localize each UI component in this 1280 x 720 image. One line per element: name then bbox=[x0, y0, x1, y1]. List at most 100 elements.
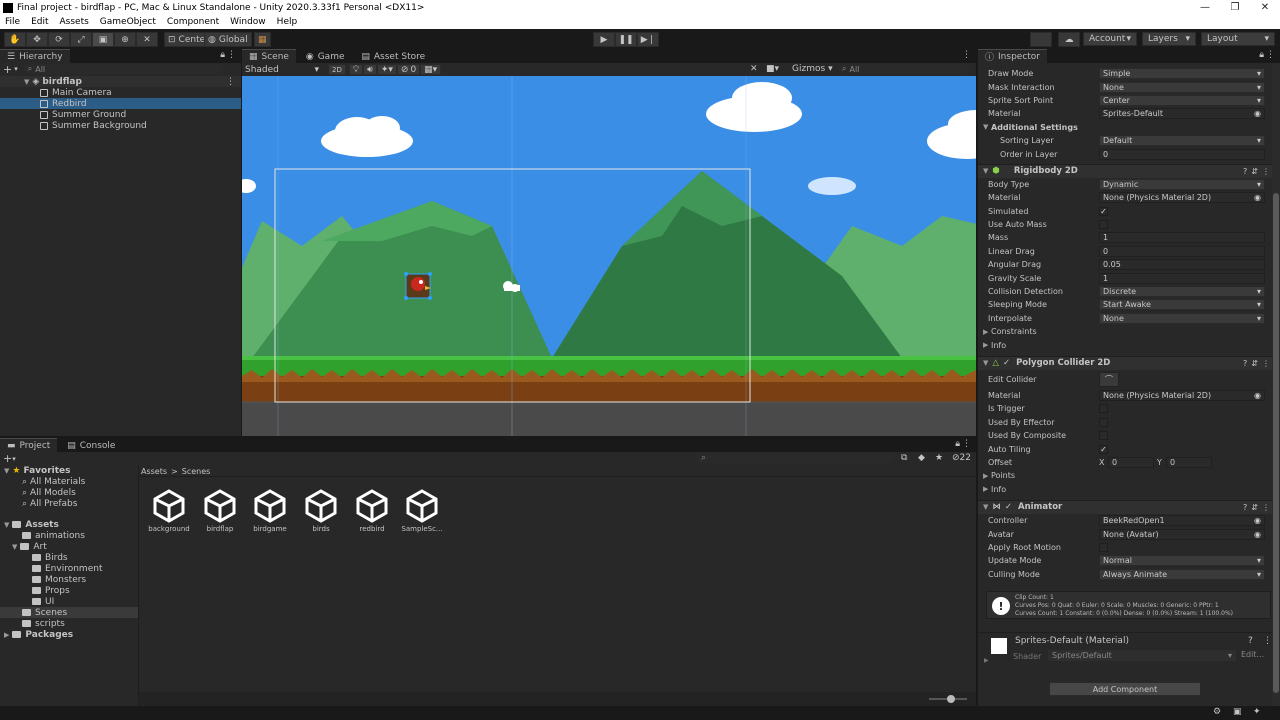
tab-scene[interactable]: ▦ Scene bbox=[242, 49, 296, 63]
add-icon[interactable]: + bbox=[3, 63, 12, 76]
layers-dropdown[interactable]: Layers ▾ bbox=[1142, 32, 1196, 46]
scene-view[interactable] bbox=[242, 76, 976, 436]
maximize-icon[interactable]: ❐ bbox=[1220, 0, 1250, 15]
close-icon[interactable]: ✕ bbox=[1250, 0, 1280, 15]
apply-root-motion-checkbox[interactable] bbox=[1099, 542, 1108, 552]
constraints-foldout[interactable]: ▶ Constraints bbox=[978, 325, 1280, 338]
menu-assets[interactable]: Assets bbox=[60, 17, 89, 27]
chevron-down-icon[interactable]: ▾ bbox=[12, 455, 16, 463]
tree-assets[interactable]: ▼ Assets bbox=[0, 519, 138, 530]
offset-y-field[interactable]: 0 bbox=[1166, 456, 1212, 468]
minimize-icon[interactable]: — bbox=[1190, 0, 1220, 15]
caret-down-icon[interactable]: ▼ bbox=[4, 521, 9, 529]
caret-down-icon[interactable]: ▼ bbox=[12, 543, 17, 551]
hand-tool-icon[interactable]: ✋ bbox=[4, 32, 26, 47]
mode-2d-toggle[interactable]: 2D bbox=[328, 64, 346, 75]
material-object-field[interactable]: None (Physics Material 2D) ◉ bbox=[1099, 390, 1265, 401]
angular-drag-field[interactable]: 0.05 bbox=[1099, 259, 1265, 271]
used-by-effector-checkbox[interactable] bbox=[1099, 417, 1108, 427]
sorting-layer-dropdown[interactable]: Default ▾ bbox=[1099, 135, 1265, 147]
account-dropdown[interactable]: Account ▾ bbox=[1083, 32, 1137, 46]
menu-help[interactable]: Help bbox=[277, 17, 298, 27]
component-actions-icon[interactable]: ?⇵⋮ bbox=[1243, 167, 1274, 176]
step-icon[interactable]: ▶❘ bbox=[637, 32, 659, 47]
component-actions-icon[interactable]: ?⇵⋮ bbox=[1243, 359, 1274, 368]
hidden-packages-button[interactable]: ⊘ 22 bbox=[952, 453, 971, 463]
icon-size-slider-thumb[interactable] bbox=[947, 695, 955, 703]
more-menu-icon[interactable]: ⋮ bbox=[962, 50, 971, 60]
is-trigger-checkbox[interactable] bbox=[1099, 404, 1108, 414]
collider-info-foldout[interactable]: ▶ Info bbox=[978, 483, 1280, 496]
caret-right-icon[interactable]: ▶ bbox=[983, 328, 988, 336]
lock-icon[interactable]: 🔒︎ bbox=[220, 50, 225, 60]
filter-label-icon[interactable]: ◆ bbox=[918, 453, 925, 463]
tree-art-birds[interactable]: Birds bbox=[0, 552, 138, 563]
hierarchy-item-summer-background[interactable]: Summer Background bbox=[0, 120, 241, 131]
caret-down-icon[interactable]: ▼ bbox=[24, 78, 29, 86]
component-actions-icon[interactable]: ?⇵⋮ bbox=[1243, 503, 1274, 512]
culling-mode-dropdown[interactable]: Always Animate ▾ bbox=[1099, 568, 1265, 580]
menu-edit[interactable]: Edit bbox=[31, 17, 48, 27]
menu-file[interactable]: File bbox=[5, 17, 20, 27]
caret-down-icon[interactable]: ▼ bbox=[983, 167, 988, 175]
mass-field[interactable]: 1 bbox=[1099, 232, 1265, 244]
object-picker-icon[interactable]: ◉ bbox=[1254, 530, 1261, 539]
edit-collider-icon[interactable]: ⌒ bbox=[1099, 371, 1119, 387]
sleeping-mode-dropdown[interactable]: Start Awake ▾ bbox=[1099, 299, 1265, 311]
more-menu-icon[interactable]: ⋮ bbox=[1266, 50, 1275, 60]
favorite-star-icon[interactable]: ★ bbox=[935, 453, 943, 463]
scene-search-input[interactable]: ⌕ All bbox=[838, 64, 970, 74]
caret-right-icon[interactable]: ▶ bbox=[983, 341, 988, 349]
body-type-dropdown[interactable]: Dynamic ▾ bbox=[1099, 178, 1265, 190]
object-picker-icon[interactable]: ◉ bbox=[1254, 109, 1261, 118]
caret-right-icon[interactable]: ▶ bbox=[984, 657, 989, 664]
use-auto-mass-checkbox[interactable] bbox=[1099, 220, 1108, 230]
add-icon[interactable]: + bbox=[3, 452, 12, 465]
additional-settings-foldout[interactable]: ▼ Additional Settings bbox=[978, 121, 1280, 134]
animator-enabled-checkbox[interactable]: ✓ bbox=[1005, 502, 1012, 512]
draw-mode-dropdown[interactable]: Simple ▾ bbox=[1099, 68, 1265, 80]
audio-icon[interactable]: 🔊︎ bbox=[363, 64, 377, 75]
lighting-icon[interactable]: 💡︎ bbox=[348, 64, 364, 75]
hierarchy-item-main-camera[interactable]: Main Camera bbox=[0, 87, 241, 98]
lock-icon[interactable]: 🔒︎ bbox=[955, 439, 960, 449]
effects-icon[interactable]: ✦▾ bbox=[376, 64, 397, 75]
inspector-scrollbar[interactable] bbox=[1272, 63, 1280, 706]
grid-snap-icon[interactable]: ▦ bbox=[254, 32, 271, 47]
hierarchy-scene-row[interactable]: ▼ ◈ birdflap ⋮ bbox=[0, 76, 241, 87]
collision-detection-dropdown[interactable]: Discrete ▾ bbox=[1099, 286, 1265, 298]
material-object-field[interactable]: Sprites-Default ◉ bbox=[1099, 108, 1265, 120]
tab-inspector[interactable]: ⓘ Inspector bbox=[978, 49, 1047, 63]
move-tool-icon[interactable]: ✥ bbox=[26, 32, 48, 47]
caret-down-icon[interactable]: ▼ bbox=[983, 123, 988, 131]
tree-art-ui[interactable]: UI bbox=[0, 596, 138, 607]
tree-scripts[interactable]: scripts bbox=[0, 618, 138, 629]
tree-favorite-all-prefabs[interactable]: ⌕ All Prefabs bbox=[0, 498, 138, 509]
offset-x-field[interactable]: 0 bbox=[1108, 456, 1154, 468]
shader-edit-button[interactable]: Edit... bbox=[1241, 650, 1264, 659]
custom-tool-icon[interactable]: ✕ bbox=[136, 32, 158, 47]
space-toggle-button[interactable]: ◍ Global bbox=[204, 32, 252, 47]
tab-asset-store[interactable]: ▤ Asset Store bbox=[354, 50, 432, 64]
tab-game[interactable]: ◉ Game bbox=[299, 50, 352, 64]
caret-down-icon[interactable]: ▼ bbox=[4, 467, 9, 475]
mask-interaction-dropdown[interactable]: None ▾ bbox=[1099, 81, 1265, 93]
caret-right-icon[interactable]: ▶ bbox=[983, 472, 988, 480]
grid-toggle-icon[interactable]: ▦▾ bbox=[420, 64, 442, 75]
shading-mode-dropdown[interactable]: Shaded ▾ bbox=[242, 64, 322, 76]
menu-window[interactable]: Window bbox=[230, 17, 266, 27]
rotate-tool-icon[interactable]: ⟳ bbox=[48, 32, 70, 47]
asset-scene-redbird[interactable]: redbird bbox=[351, 489, 393, 533]
polygon-collider-enabled-checkbox[interactable]: ✓ bbox=[1003, 358, 1010, 368]
project-search-input[interactable]: ⌕ bbox=[697, 453, 895, 463]
layout-dropdown[interactable]: Layout ▾ bbox=[1201, 32, 1275, 46]
tree-art-monsters[interactable]: Monsters bbox=[0, 574, 138, 585]
tree-favorite-all-models[interactable]: ⌕ All Models bbox=[0, 487, 138, 498]
more-menu-icon[interactable]: ⋮ bbox=[962, 439, 971, 449]
caret-down-icon[interactable]: ▼ bbox=[983, 359, 988, 367]
used-by-composite-checkbox[interactable] bbox=[1099, 431, 1108, 441]
tree-favorites[interactable]: ▼ ★ Favorites bbox=[0, 465, 138, 476]
tree-animations[interactable]: animations bbox=[0, 530, 138, 541]
progress-icon[interactable]: ⚙ bbox=[1213, 707, 1221, 717]
filter-type-icon[interactable]: ⧉ bbox=[901, 453, 907, 463]
